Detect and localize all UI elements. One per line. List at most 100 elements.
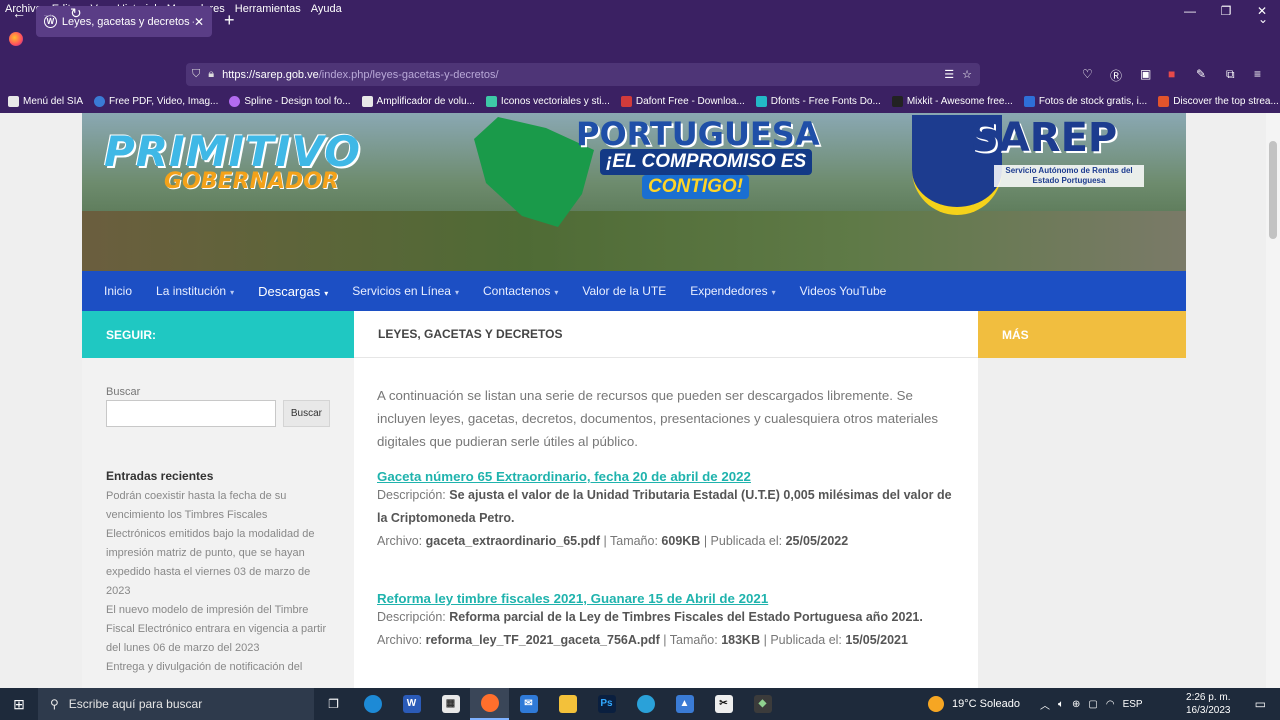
bookmark-favicon-icon [485,95,497,107]
bookmark-item[interactable]: Mixkit - Awesome free... [891,95,1013,107]
file-explorer-icon[interactable] [548,688,587,720]
nav-contactenos[interactable]: Contactenos ▾ [483,284,558,298]
entry-description: Descripción: Reforma parcial de la Ley d… [377,610,923,624]
header-banner[interactable]: PRIMITIVO GOBERNADOR PORTUGUESA ¡EL COMP… [82,113,1186,271]
photos-icon[interactable]: ▲ [665,688,704,720]
extension-red-icon[interactable]: ■ [1168,67,1175,81]
scrollbar-thumb[interactable] [1269,141,1277,239]
nav-servicios-en-linea[interactable]: Servicios en Línea ▾ [352,284,459,298]
new-tab-icon[interactable]: + [224,10,235,31]
left-sidebar: Buscar Buscar Entradas recientes Podrán … [82,358,354,688]
intro-paragraph: A continuación se listan una serie de re… [377,388,938,449]
wifi-icon[interactable]: ◠ [1106,699,1115,710]
windows-start-icon[interactable]: ⊞ [0,696,38,713]
menu-ayuda[interactable]: Ayuda [311,3,342,15]
edge-icon[interactable] [353,688,392,720]
sarep-logo-text: SAREP [970,115,1118,161]
bookmark-item[interactable]: Amplificador de volu... [361,95,475,107]
bookmark-item[interactable]: Spline - Design tool fo... [229,95,351,107]
recent-post-link[interactable]: El nuevo modelo de impresión del Timbre … [106,601,330,658]
search-input[interactable] [106,400,276,427]
entry-title-link[interactable]: Gaceta número 65 Extraordinario, fecha 2… [377,469,955,484]
nav-videos-youtube[interactable]: Videos YouTube [800,284,887,298]
clock[interactable]: 2:26 p. m. 16/3/2023 [1186,691,1231,717]
account-icon[interactable]: Ⓡ [1110,67,1122,84]
taskbar-search[interactable]: ⚲ Escribe aquí para buscar [38,688,314,720]
entry-title-link[interactable]: Reforma ley timbre fiscales 2021, Guanar… [377,591,955,606]
bookmark-item[interactable]: Fotos de stock gratis, i... [1023,95,1147,107]
mail-icon[interactable]: ✉ [509,688,548,720]
speaker-icon[interactable]: 🔈︎ [1058,699,1064,710]
firefox-taskbar-icon[interactable] [470,688,509,720]
bookmark-favicon-icon [755,95,767,107]
photoshop-icon[interactable]: Ps [587,688,626,720]
recent-post-link[interactable]: Entrega y divulgación de notificación de… [106,658,330,677]
bookmark-favicon-icon [94,95,106,107]
bookmark-star-icon[interactable]: ☆ [962,68,972,81]
firefox-icon[interactable] [9,32,23,46]
pocket-icon[interactable]: ♡ [1082,67,1093,81]
telegram-icon[interactable] [626,688,665,720]
right-sidebar [978,358,1186,688]
tab-close-icon[interactable]: ✕ [194,15,204,29]
recent-post-link[interactable]: Podrán coexistir hasta la fecha de su ve… [106,487,330,601]
shield-icon[interactable]: ⛉ [192,68,200,81]
menu-herramientas[interactable]: Herramientas [235,3,301,15]
app-icon[interactable]: ◆ [743,688,782,720]
bookmark-favicon-icon [620,95,632,107]
bookmark-favicon-icon [1023,95,1035,107]
bookmark-item[interactable]: Dafont Free - Downloa... [620,95,745,107]
browser-tab[interactable]: W Leyes, gacetas y decretos – Serv ✕ [36,6,212,37]
nav-inicio[interactable]: Inicio [104,284,132,298]
bookmark-item[interactable]: Iconos vectoriales y sti... [485,95,610,107]
tray-overflow-icon[interactable]: ︿ [1040,697,1050,712]
chevron-down-icon: ▾ [324,288,329,298]
language-indicator[interactable]: ESP [1123,699,1143,710]
list-tabs-icon[interactable]: ⌄ [1258,12,1268,26]
store-icon[interactable]: ▦ [431,688,470,720]
tray-app-icon[interactable]: ▢ [1088,699,1097,710]
entry-description: Descripción: Se ajusta el valor de la Un… [377,488,952,525]
bookmark-favicon-icon [361,95,373,107]
seguir-header: SEGUIR: [82,311,354,358]
system-tray: ︿ 🔈︎ ⊕ ▢ ◠ ESP [1040,688,1151,720]
extension-icon[interactable]: ▣ [1140,67,1151,81]
bookmark-item[interactable]: Free PDF, Video, Imag... [94,95,218,107]
pen-icon[interactable]: ✎ [1196,67,1206,81]
bookmark-item[interactable]: Dfonts - Free Fonts Do... [755,95,881,107]
file-link[interactable]: reforma_ley_TF_2021_gaceta_756A.pdf [426,633,660,647]
chevron-down-icon: ▾ [771,288,776,297]
nav-expendedores[interactable]: Expendedores ▾ [690,284,775,298]
url-path: /index.php/leyes-gacetas-y-decretos/ [318,68,499,81]
nav-la-institucion[interactable]: La institución ▾ [156,284,234,298]
search-label: Buscar [106,386,141,398]
forward-icon[interactable]: → [41,5,55,21]
app-menu-icon[interactable]: ≡ [1254,67,1261,81]
nav-descargas[interactable]: Descargas ▾ [258,284,328,299]
file-link[interactable]: gaceta_extraordinario_65.pdf [426,534,600,548]
network-icon[interactable]: ⊕ [1072,699,1080,710]
mas-header: MÁS [978,311,1186,358]
bookmark-favicon-icon [229,95,241,107]
page-scrollbar[interactable] [1266,113,1280,688]
word-icon[interactable]: W [392,688,431,720]
lock-icon[interactable]: 🔒︎ [208,68,214,81]
capcut-icon[interactable]: ✂ [704,688,743,720]
url-bar[interactable]: ⛉ 🔒︎ https://sarep.gob.ve/index.php/leye… [186,63,980,86]
reader-view-icon[interactable]: ☰ [944,68,954,81]
task-view-icon[interactable]: ❐ [314,688,353,720]
search-button[interactable]: Buscar [282,400,330,427]
back-icon[interactable]: ← [12,5,26,21]
chevron-down-icon: ▾ [230,288,235,297]
bookmark-favicon-icon [1158,95,1170,107]
weather-widget[interactable]: 19°C Soleado [928,688,1020,720]
notification-icon[interactable]: ▭ [1255,697,1266,711]
chevron-down-icon: ▾ [454,288,459,297]
bookmark-item[interactable]: Menú del SIA [8,95,83,107]
nav-valor-ute[interactable]: Valor de la UTE [582,284,666,298]
entry-file-info: Archivo: gaceta_extraordinario_65.pdf | … [377,534,849,548]
web-page: PRIMITIVO GOBERNADOR PORTUGUESA ¡EL COMP… [0,113,1266,688]
extensions-icon[interactable]: ⧉ [1226,67,1235,82]
bookmark-item[interactable]: Discover the top strea... [1158,95,1279,107]
reload-icon[interactable]: ↻ [70,5,82,22]
